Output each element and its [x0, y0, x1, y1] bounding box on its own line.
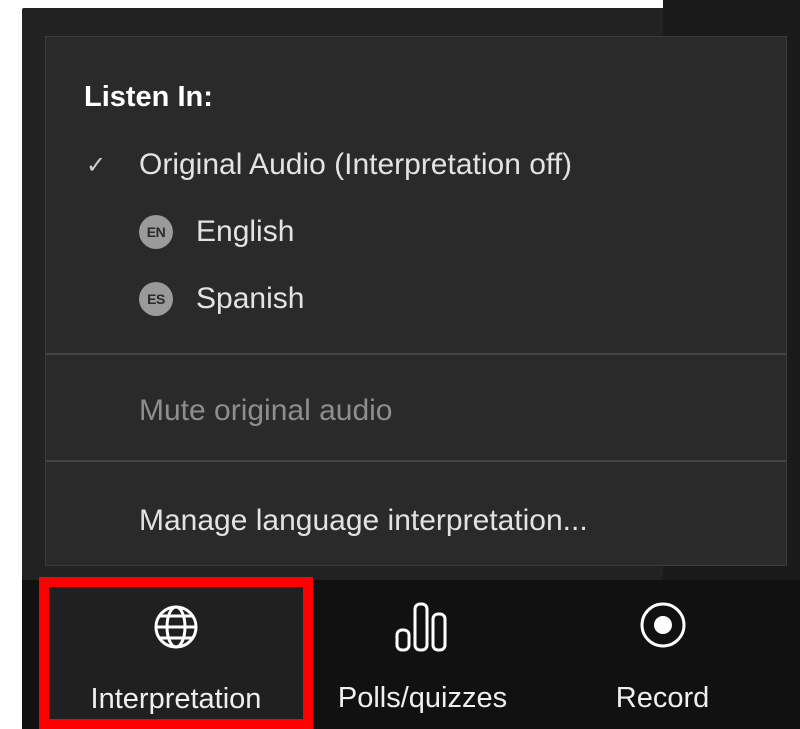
menu-item-spanish[interactable]: ES Spanish	[46, 271, 786, 327]
interpretation-button[interactable]: Interpretation	[39, 577, 313, 729]
menu-title: Listen In:	[84, 81, 213, 113]
menu-item-english[interactable]: EN English	[46, 204, 786, 260]
menu-item-label: English	[196, 215, 295, 248]
polls-quizzes-label: Polls/quizzes	[337, 682, 508, 714]
record-label: Record	[615, 682, 710, 714]
globe-icon	[154, 605, 198, 649]
menu-divider	[46, 460, 786, 462]
polls-quizzes-button[interactable]: Polls/quizzes	[315, 590, 530, 722]
record-button[interactable]: Record	[575, 590, 750, 722]
menu-item-mute-original-audio[interactable]: Mute original audio	[46, 383, 786, 439]
interpretation-label: Interpretation	[90, 683, 262, 715]
interpretation-menu: Listen In: ✓ Original Audio (Interpretat…	[45, 36, 787, 566]
menu-item-original-audio[interactable]: ✓ Original Audio (Interpretation off)	[46, 137, 786, 193]
language-badge-icon: EN	[139, 215, 173, 249]
menu-item-label: Mute original audio	[139, 394, 393, 427]
menu-divider	[46, 353, 786, 355]
bar-chart-icon	[395, 602, 446, 652]
check-icon: ✓	[86, 151, 107, 179]
menu-item-label: Manage language interpretation...	[139, 504, 588, 537]
record-icon	[640, 602, 685, 648]
menu-item-label: Original Audio (Interpretation off)	[139, 148, 573, 181]
menu-item-manage-interpretation[interactable]: Manage language interpretation...	[46, 493, 786, 549]
menu-item-label: Spanish	[196, 282, 305, 315]
language-badge-icon: ES	[139, 282, 173, 316]
